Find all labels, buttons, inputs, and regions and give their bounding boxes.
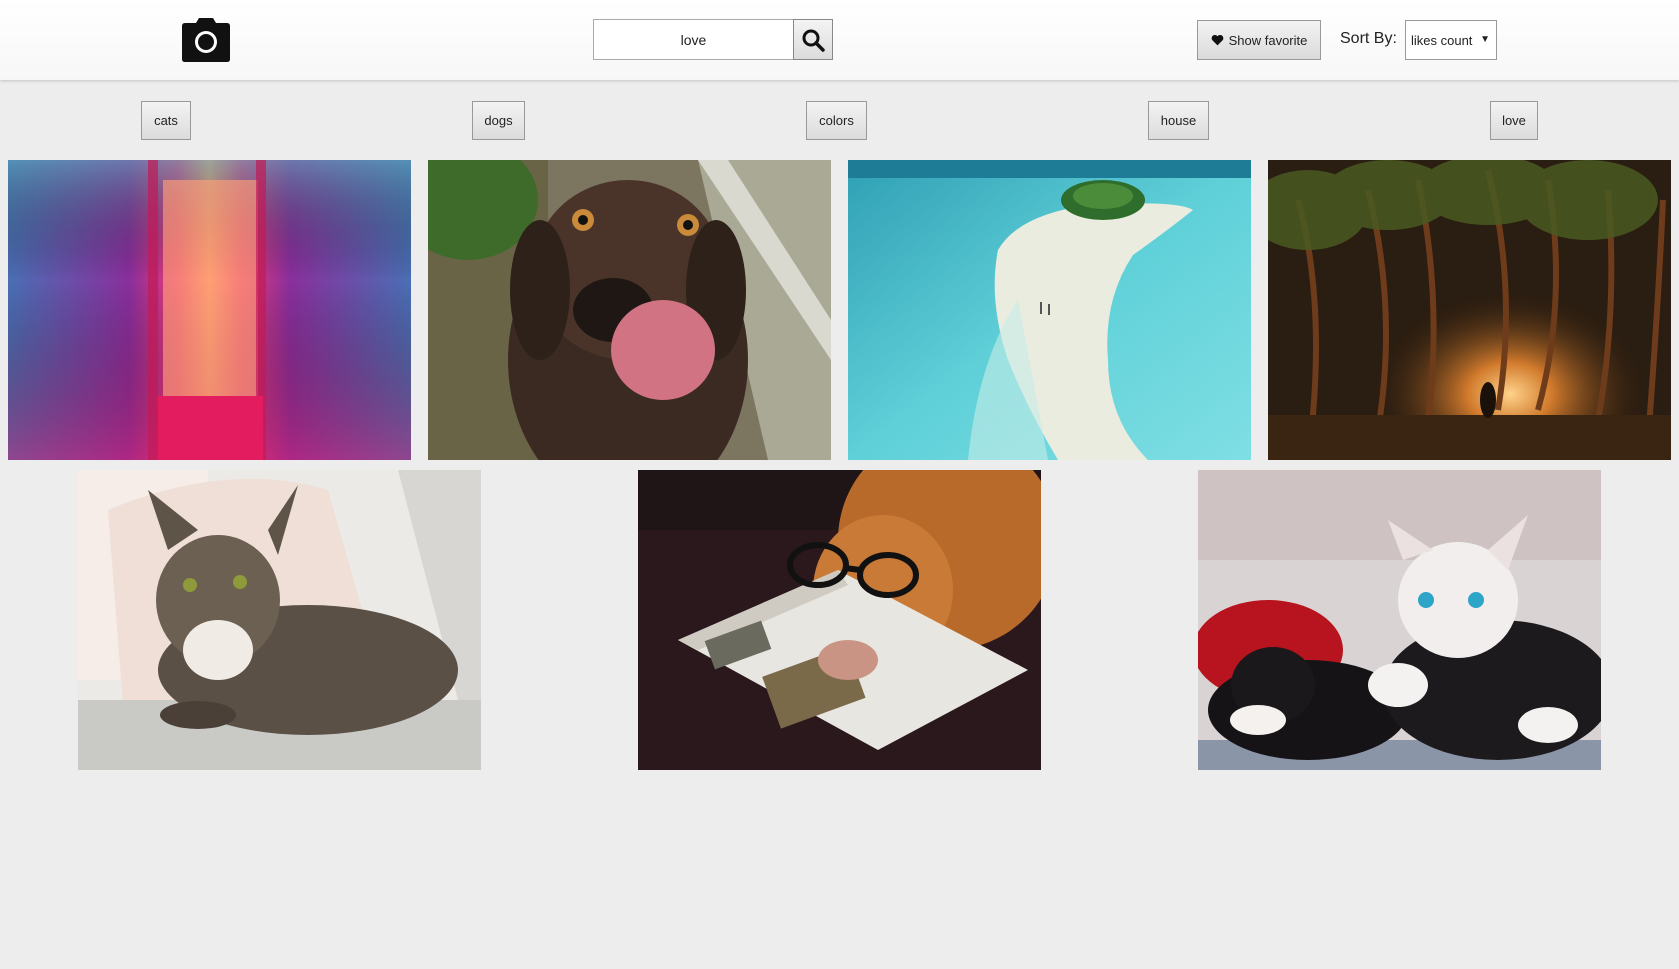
camera-icon[interactable] [181,17,231,62]
show-favorite-label: Show favorite [1228,32,1308,48]
chevron-down-icon: ▼ [1480,34,1490,45]
photo-dog-licking[interactable] [428,160,831,460]
search-input[interactable] [593,19,793,60]
photo-tropical-island[interactable] [848,160,1251,460]
search-bar [593,19,833,60]
tag-love[interactable]: love [1490,101,1538,140]
photo-two-kittens[interactable] [1198,470,1601,770]
top-bar: Show favorite Sort By: likes count ▼ [0,0,1679,80]
search-button[interactable] [793,19,833,60]
photo-palm-trees-night[interactable] [1268,160,1671,460]
tag-dogs[interactable]: dogs [472,101,525,140]
search-icon [802,29,825,52]
heart-icon [1211,34,1223,46]
sort-select[interactable]: likes count ▼ [1405,20,1497,60]
show-favorite-button[interactable]: Show favorite [1197,20,1321,60]
photo-dog-with-glasses[interactable] [638,470,1041,770]
sort-label: Sort By: [1340,30,1397,47]
tag-colors[interactable]: colors [806,101,867,140]
photo-tabby-cat[interactable] [78,470,481,770]
tag-cats[interactable]: cats [141,101,191,140]
photo-neon-corridor[interactable] [8,160,411,460]
tag-house[interactable]: house [1148,101,1209,140]
sort-selected-value: likes count [1411,32,1473,48]
